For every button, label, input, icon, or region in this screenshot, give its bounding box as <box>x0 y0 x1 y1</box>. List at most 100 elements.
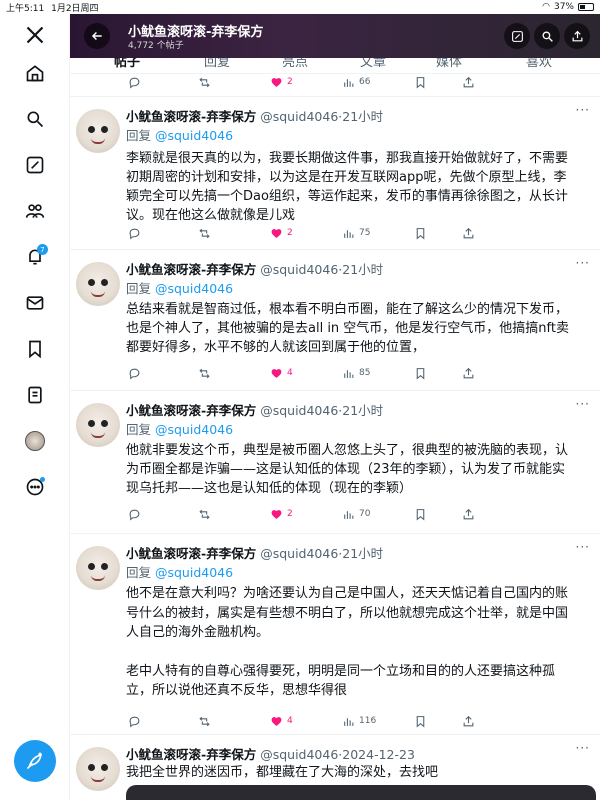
bookmark-button[interactable] <box>414 715 427 728</box>
reply-to-link[interactable]: @squid4046 <box>155 565 233 580</box>
share-tweet-button[interactable] <box>462 367 475 380</box>
grok-icon[interactable] <box>20 150 50 180</box>
lists-icon[interactable] <box>20 380 50 410</box>
tweet-media[interactable] <box>126 785 596 800</box>
reply-button[interactable] <box>128 227 141 240</box>
tweet-actions-top: 2 66 <box>126 73 486 91</box>
author-handle: @squid4046·21小时 <box>260 262 384 277</box>
bookmarks-icon[interactable] <box>20 334 50 364</box>
communities-icon[interactable] <box>20 196 50 226</box>
view-count: 116 <box>359 716 377 726</box>
share-tweet-button[interactable] <box>462 715 475 728</box>
views-button[interactable]: 75 <box>342 227 370 240</box>
tab-likes[interactable]: 喜欢 <box>526 58 552 70</box>
views-button[interactable]: 70 <box>342 508 370 521</box>
home-icon[interactable] <box>20 58 50 88</box>
tweet[interactable]: 小鱿鱼滚呀滚-弃李保方 @squid4046·21小时 ··· 回复 @squid… <box>70 390 600 532</box>
repost-button[interactable] <box>198 76 211 89</box>
like-button[interactable]: 2 <box>270 508 293 521</box>
like-button[interactable]: 2 <box>270 227 293 240</box>
tweet[interactable]: 小鱿鱼滚呀滚-弃李保方 @squid4046·21小时 ··· 回复 @squid… <box>70 96 600 248</box>
like-button[interactable]: 4 <box>270 715 293 728</box>
more-icon[interactable]: ··· <box>576 103 590 117</box>
tweet-actions: 4 116 <box>126 712 486 730</box>
reply-to-link[interactable]: @squid4046 <box>155 128 233 143</box>
more-icon[interactable]: ··· <box>576 540 590 554</box>
reply-icon <box>129 228 140 239</box>
tweet-text: 他就非要发这个币，典型是被币圈人忽悠上头了，很典型的被洗脑的表现，认 为币圈全都是… <box>126 443 569 496</box>
views-button[interactable]: 85 <box>342 367 370 380</box>
heart-filled-icon <box>271 368 282 378</box>
notifications-icon[interactable]: 7 <box>20 242 50 272</box>
reply-to-link[interactable]: @squid4046 <box>155 422 233 437</box>
tweet-author[interactable]: 小鱿鱼滚呀滚-弃李保方 @squid4046·21小时 <box>126 543 383 562</box>
share-button[interactable] <box>564 23 590 49</box>
tab-posts[interactable]: 帖子 <box>114 58 140 70</box>
avatar[interactable] <box>76 546 120 590</box>
messages-icon[interactable] <box>20 288 50 318</box>
repost-button[interactable] <box>198 715 211 728</box>
more-dot-badge <box>40 477 45 482</box>
more-icon[interactable]: ··· <box>576 256 590 270</box>
share-tweet-button[interactable] <box>462 76 475 89</box>
author-handle: @squid4046·21小时 <box>260 546 384 561</box>
bookmark-button[interactable] <box>414 76 427 89</box>
more-icon[interactable]: ··· <box>576 741 590 755</box>
avatar[interactable] <box>76 747 120 791</box>
tweet-author[interactable]: 小鱿鱼滚呀滚-弃李保方 @squid4046·21小时 <box>126 400 383 419</box>
like-count: 2 <box>287 509 293 519</box>
views-icon <box>344 369 354 378</box>
like-button[interactable]: 4 <box>270 367 293 380</box>
search-icon <box>542 31 553 42</box>
bookmark-button[interactable] <box>414 227 427 240</box>
avatar[interactable] <box>76 403 120 447</box>
tab-media[interactable]: 媒体 <box>436 58 462 70</box>
share-icon <box>463 508 474 519</box>
share-icon <box>463 367 474 378</box>
more-icon[interactable]: ··· <box>576 397 590 411</box>
repost-button[interactable] <box>198 508 211 521</box>
battery-percent: 37% <box>553 2 574 12</box>
tweet-text: 总结来看就是智商过低，根本看不明白币圈，能在了解这么少的情况下发币， 也是个神人了… <box>126 302 569 355</box>
grok-button[interactable] <box>504 23 530 49</box>
left-nav: 7 <box>0 14 70 800</box>
reply-icon <box>129 77 140 88</box>
main-column: 小鱿鱼滚呀滚-弃李保方 4,772 个帖子 帖子 回复 亮点 文章 媒体 喜欢 … <box>70 14 600 800</box>
bookmark-button[interactable] <box>414 508 427 521</box>
reply-button[interactable] <box>128 508 141 521</box>
views-button[interactable]: 66 <box>342 76 370 89</box>
reply-to-link[interactable]: @squid4046 <box>155 281 233 296</box>
reply-context: 回复 @squid4046 <box>126 565 234 580</box>
tab-replies[interactable]: 回复 <box>204 58 230 70</box>
more-options-icon[interactable] <box>20 472 50 502</box>
profile-avatar-icon[interactable] <box>20 426 50 456</box>
views-button[interactable]: 116 <box>342 715 376 728</box>
bookmark-button[interactable] <box>414 367 427 380</box>
author-name: 小鱿鱼滚呀滚-弃李保方 <box>126 262 257 277</box>
back-button[interactable] <box>84 23 110 49</box>
search-icon[interactable] <box>20 104 50 134</box>
reply-button[interactable] <box>128 715 141 728</box>
repost-button[interactable] <box>198 367 211 380</box>
repost-icon <box>199 509 210 519</box>
share-tweet-button[interactable] <box>462 227 475 240</box>
like-button[interactable]: 2 <box>270 76 293 89</box>
tweet[interactable]: 小鱿鱼滚呀滚-弃李保方 @squid4046·21小时 ··· 回复 @squid… <box>70 533 600 733</box>
search-button[interactable] <box>534 23 560 49</box>
tab-articles[interactable]: 文章 <box>360 58 386 70</box>
x-logo-icon[interactable] <box>20 20 50 50</box>
tweet-author[interactable]: 小鱿鱼滚呀滚-弃李保方 @squid4046·2024-12-23 <box>126 744 415 763</box>
reply-button[interactable] <box>128 76 141 89</box>
tweet-author[interactable]: 小鱿鱼滚呀滚-弃李保方 @squid4046·21小时 <box>126 259 383 278</box>
tweet[interactable]: 小鱿鱼滚呀滚-弃李保方 @squid4046·21小时 ··· 回复 @squid… <box>70 249 600 389</box>
tweet-author[interactable]: 小鱿鱼滚呀滚-弃李保方 @squid4046·21小时 <box>126 106 383 125</box>
tab-highlights[interactable]: 亮点 <box>282 58 308 70</box>
reply-button[interactable] <box>128 367 141 380</box>
tweet[interactable]: 小鱿鱼滚呀滚-弃李保方 @squid4046·2024-12-23 ··· 我把全… <box>70 734 600 800</box>
header-post-count: 4,772 个帖子 <box>128 41 184 51</box>
share-tweet-button[interactable] <box>462 508 475 521</box>
repost-button[interactable] <box>198 227 211 240</box>
avatar[interactable] <box>76 262 120 306</box>
avatar[interactable] <box>76 109 120 153</box>
compose-button[interactable] <box>14 740 56 782</box>
